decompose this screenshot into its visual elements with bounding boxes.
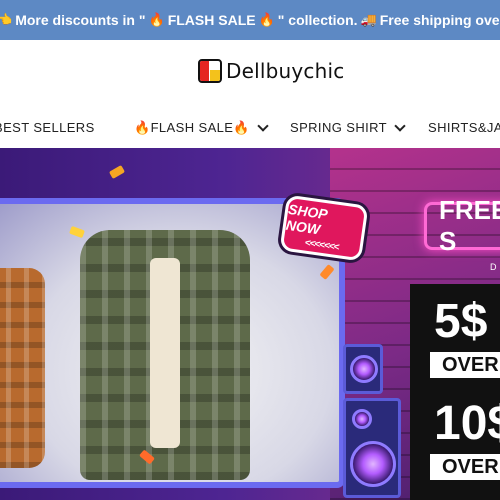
nav-item-label: 🔥FLASH SALE🔥 — [134, 120, 250, 135]
announcement-text-before: More discounts in " — [15, 12, 146, 28]
shop-now-arrows: <<<<<<< — [304, 237, 340, 253]
nav-item-label: SHIRTS&JA — [428, 120, 500, 135]
confetti-piece — [108, 165, 126, 179]
delivery-truck-icon: 🚚 — [360, 12, 377, 28]
logo-icon — [198, 59, 222, 83]
nav-item-shirts-jackets[interactable]: SHIRTS&JA — [428, 120, 500, 135]
chevron-down-icon — [257, 120, 269, 132]
main-navigation: BEST SELLERS 🔥FLASH SALE🔥 SPRING SHIRT S… — [0, 108, 500, 148]
announcement-text-after: " collection. — [277, 12, 358, 28]
nav-item-label: BEST SELLERS — [0, 120, 95, 135]
nav-item-label: SPRING SHIRT — [290, 120, 388, 135]
shop-now-label: SHOP NOW — [285, 200, 329, 237]
promo-over-1: OVER — [430, 352, 500, 378]
nav-item-flash-sale[interactable]: 🔥FLASH SALE🔥 — [134, 120, 269, 136]
fire-icon: 🔥 — [148, 12, 165, 28]
announcement-bar[interactable]: 👈 More discounts in " 🔥 FLASH SALE 🔥 " c… — [0, 0, 500, 40]
chevron-down-icon — [394, 119, 406, 132]
pointing-hand-icon: 👈 — [0, 12, 13, 28]
nav-item-spring-shirt[interactable]: SPRING SHIRT — [290, 119, 406, 135]
fire-icon: 🔥 — [258, 12, 275, 28]
free-shipping-text: FREE S — [439, 195, 500, 256]
promo-over-2: OVER — [430, 454, 500, 480]
hero-banner[interactable]: SHOP NOW <<<<<<< FREE S D 5$ OVER 10$ OV… — [0, 148, 500, 500]
promo-amount-1: 5$ — [434, 295, 488, 348]
announcement-flash-label: FLASH SALE — [167, 12, 256, 28]
nav-item-best-sellers[interactable]: BEST SELLERS — [0, 120, 95, 135]
orange-flannel-jacket-image — [0, 268, 45, 468]
announcement-shipping-text: Free shipping over $79 — [379, 12, 500, 28]
shop-now-button[interactable]: SHOP NOW <<<<<<< — [279, 194, 369, 262]
speaker-image — [343, 344, 383, 394]
logo-text: Dellbuychic — [226, 59, 345, 83]
site-logo[interactable]: Dellbuychic — [198, 59, 344, 83]
jacket-sherpa-lining — [150, 258, 180, 448]
site-header: Dellbuychic — [0, 40, 500, 108]
speaker-image — [343, 398, 401, 498]
free-shipping-sign: FREE S — [424, 195, 500, 256]
promo-note: D — [490, 262, 497, 272]
promo-amount-2: 10$ — [434, 397, 500, 450]
